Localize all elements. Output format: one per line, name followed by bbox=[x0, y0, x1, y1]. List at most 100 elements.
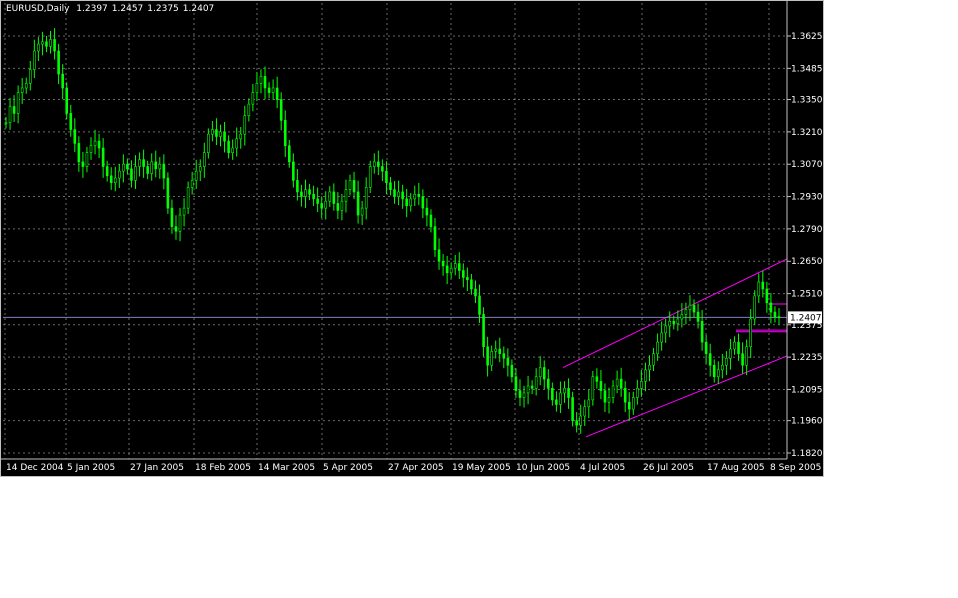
candle-body bbox=[457, 263, 461, 271]
x-tick-label: 26 Jul 2005 bbox=[643, 463, 694, 473]
candle-body bbox=[644, 369, 647, 382]
y-tick-label: 1.3210 bbox=[791, 128, 823, 138]
candle-body bbox=[599, 381, 603, 391]
candle-body bbox=[118, 170, 121, 179]
candle-body bbox=[287, 145, 291, 163]
candle-body bbox=[198, 166, 202, 172]
candle-body bbox=[449, 267, 453, 274]
candle-body bbox=[429, 214, 433, 227]
candle-body bbox=[97, 140, 101, 149]
candle-body bbox=[409, 198, 413, 207]
candle-body bbox=[522, 392, 526, 398]
x-tick-label: 8 Sep 2005 bbox=[770, 463, 821, 473]
y-tick-label: 1.1820 bbox=[791, 449, 823, 459]
channel-layer bbox=[3, 258, 788, 438]
candle-body bbox=[316, 198, 319, 204]
candle-body bbox=[255, 83, 259, 93]
candle-body bbox=[708, 353, 712, 366]
candle-body bbox=[105, 166, 109, 177]
candle-body bbox=[761, 281, 765, 290]
candle-body bbox=[130, 168, 133, 181]
candle-body bbox=[498, 348, 502, 354]
candle-body bbox=[166, 177, 170, 209]
candle-body bbox=[16, 92, 20, 114]
candle-body bbox=[219, 131, 222, 137]
candle-body bbox=[45, 41, 48, 47]
candle-body bbox=[526, 385, 530, 394]
candle-body bbox=[401, 191, 404, 200]
candle-body bbox=[154, 161, 158, 170]
candle-body bbox=[587, 399, 591, 408]
candle-body bbox=[741, 353, 744, 366]
candle-body bbox=[777, 316, 781, 318]
candle-body bbox=[656, 341, 659, 354]
candle-body bbox=[142, 159, 145, 167]
candle-body bbox=[486, 346, 489, 366]
candle-body bbox=[336, 203, 340, 211]
candle-body bbox=[304, 189, 307, 197]
candle-body bbox=[267, 87, 271, 93]
candle-body bbox=[312, 193, 315, 200]
candle-body bbox=[275, 87, 279, 100]
candle-body bbox=[583, 406, 587, 417]
candle-body bbox=[4, 122, 8, 124]
candle-body bbox=[101, 147, 105, 167]
candle-body bbox=[69, 113, 73, 130]
candle-body bbox=[332, 191, 336, 204]
candle-body bbox=[716, 369, 720, 378]
candle-body bbox=[283, 120, 287, 147]
candle-body bbox=[700, 321, 704, 343]
candle-body bbox=[684, 309, 688, 315]
candle-body bbox=[37, 43, 40, 52]
price-chart[interactable]: 1.3625 1.3485 1.3350 1.3210 1.3070 1.2930 1.27… bbox=[1, 1, 825, 478]
candle-body bbox=[61, 73, 64, 89]
candle-body bbox=[547, 378, 550, 389]
candle-body bbox=[765, 288, 769, 304]
candle-body bbox=[243, 115, 247, 135]
candle-body bbox=[211, 129, 214, 135]
candle-body bbox=[490, 351, 493, 366]
candle-body bbox=[571, 397, 574, 421]
x-tick-label: 19 May 2005 bbox=[452, 463, 511, 473]
candle-body bbox=[340, 200, 344, 211]
candle-body bbox=[672, 321, 676, 324]
candle-body bbox=[190, 180, 194, 188]
candle-body bbox=[729, 348, 732, 359]
chart-window[interactable]: EURUSD,Daily 1.2397 1.2457 1.2375 1.2407 1.… bbox=[0, 0, 824, 477]
candle-body bbox=[733, 341, 736, 350]
candle-body bbox=[692, 304, 696, 313]
y-tick-label: 1.2095 bbox=[791, 385, 823, 395]
candle-body bbox=[518, 390, 522, 398]
x-tick-label: 14 Dec 2004 bbox=[6, 463, 64, 473]
candle-body bbox=[660, 332, 663, 343]
candle-body bbox=[563, 388, 566, 394]
candle-body bbox=[506, 357, 510, 366]
y-tick-label: 1.3485 bbox=[791, 64, 823, 74]
candle-body bbox=[93, 140, 97, 147]
x-tick-label: 18 Feb 2005 bbox=[195, 463, 251, 473]
x-tick-label: 27 Jan 2005 bbox=[130, 463, 184, 473]
candle-body bbox=[757, 281, 761, 297]
candle-body bbox=[514, 376, 518, 391]
y-tick-label: 1.3350 bbox=[791, 96, 823, 106]
candle-body bbox=[615, 378, 619, 387]
candle-body bbox=[437, 249, 441, 262]
candle-body bbox=[704, 341, 708, 354]
candle-body bbox=[603, 390, 607, 403]
current-price-label: 1.2407 bbox=[790, 313, 822, 323]
x-tick-label: 27 Apr 2005 bbox=[388, 463, 444, 473]
candle-body bbox=[324, 200, 328, 209]
candle-body bbox=[636, 388, 639, 398]
candle-body bbox=[397, 191, 400, 197]
candle-body bbox=[134, 166, 137, 181]
candle-body bbox=[648, 364, 651, 371]
candle-body bbox=[551, 388, 554, 401]
candle-body bbox=[619, 378, 623, 389]
candle-body bbox=[421, 196, 425, 209]
candle-body bbox=[680, 314, 684, 320]
candle-body bbox=[769, 302, 773, 313]
candle-body bbox=[328, 191, 332, 202]
x-tick-label: 10 Jun 2005 bbox=[516, 463, 570, 473]
y-tick-label: 1.2510 bbox=[791, 290, 823, 300]
candle-body bbox=[109, 175, 113, 184]
